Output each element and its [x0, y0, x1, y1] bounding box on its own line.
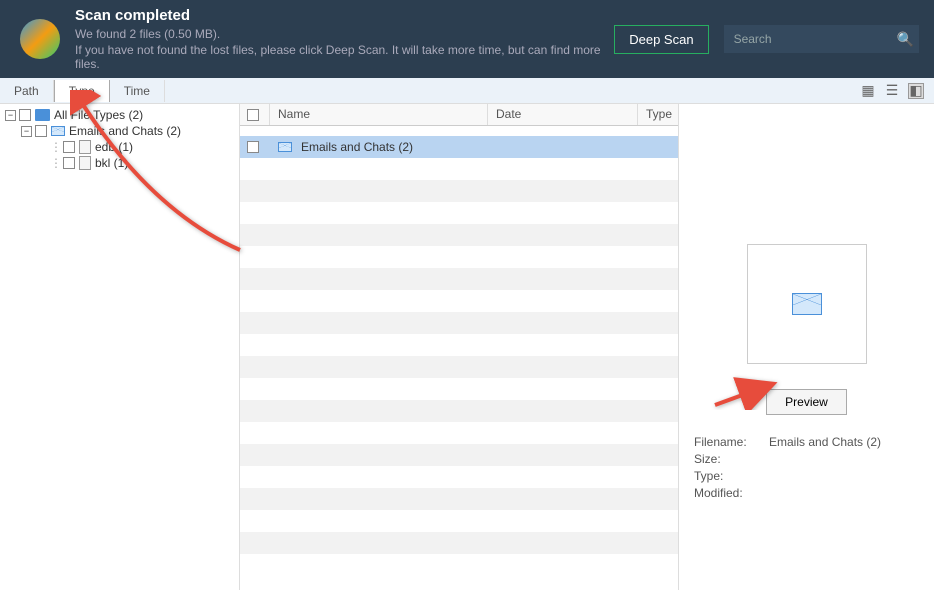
tree-connector: ⋮ [49, 140, 63, 154]
header-checkbox-col [240, 104, 270, 125]
tree-checkbox[interactable] [19, 109, 31, 121]
row-checkbox[interactable] [247, 141, 259, 153]
app-logo [20, 19, 60, 59]
list-row-empty [240, 466, 678, 488]
preview-panel: Preview Filename: Emails and Chats (2) S… [679, 104, 934, 590]
file-list-panel: Name Date Type Emails and Chats (2) [240, 104, 679, 590]
header-text-block: Scan completed We found 2 files (0.50 MB… [75, 7, 614, 71]
tab-time[interactable]: Time [110, 80, 165, 102]
file-tree-panel: − All File Types (2) − Emails and Chats … [0, 104, 240, 590]
mail-icon [51, 126, 65, 136]
list-row-empty [240, 400, 678, 422]
list-row-empty [240, 290, 678, 312]
mail-icon [792, 293, 822, 315]
tree-label: All File Types (2) [54, 108, 143, 122]
list-row-empty [240, 488, 678, 510]
mail-icon [278, 142, 292, 152]
list-body: Emails and Chats (2) [240, 126, 678, 590]
detail-view-icon[interactable]: ◧ [908, 83, 924, 99]
list-row-empty [240, 422, 678, 444]
list-spacer [240, 126, 678, 136]
detail-type: Type: [694, 469, 919, 483]
tree-label: edb (1) [95, 140, 133, 154]
scan-result-count: We found 2 files (0.50 MB). [75, 27, 614, 41]
detail-filename: Filename: Emails and Chats (2) [694, 435, 919, 449]
detail-modified: Modified: [694, 486, 919, 500]
list-row-empty [240, 158, 678, 180]
list-row[interactable]: Emails and Chats (2) [240, 136, 678, 158]
file-icon [79, 140, 91, 154]
list-row-empty [240, 532, 678, 554]
tree-label: bkl (1) [95, 156, 128, 170]
list-view-icon[interactable]: ☰ [884, 83, 900, 99]
tree-connector: ⋮ [49, 156, 63, 170]
list-row-empty [240, 444, 678, 466]
detail-label: Modified: [694, 486, 769, 500]
tree-checkbox[interactable] [35, 125, 47, 137]
list-header: Name Date Type [240, 104, 678, 126]
list-row-empty [240, 202, 678, 224]
list-row-empty [240, 224, 678, 246]
detail-size: Size: [694, 452, 919, 466]
search-input[interactable] [724, 25, 919, 53]
list-row-empty [240, 180, 678, 202]
tree-collapse-icon[interactable]: − [5, 110, 16, 121]
detail-label: Filename: [694, 435, 769, 449]
detail-value [769, 486, 919, 500]
tree-node-edb[interactable]: ⋮ edb (1) [5, 139, 234, 155]
view-mode-icons: ▦ ☰ ◧ [860, 83, 934, 99]
list-row-empty [240, 312, 678, 334]
detail-label: Size: [694, 452, 769, 466]
select-all-checkbox[interactable] [247, 109, 259, 121]
detail-label: Type: [694, 469, 769, 483]
grid-view-icon[interactable]: ▦ [860, 83, 876, 99]
monitor-icon [35, 109, 50, 121]
preview-thumbnail [747, 244, 867, 364]
app-header: Scan completed We found 2 files (0.50 MB… [0, 0, 934, 78]
detail-value: Emails and Chats (2) [769, 435, 919, 449]
row-checkbox-cell [240, 141, 270, 153]
column-type[interactable]: Type [638, 104, 678, 125]
detail-value [769, 469, 919, 483]
tree-node-bkl[interactable]: ⋮ bkl (1) [5, 155, 234, 171]
row-name-cell: Emails and Chats (2) [270, 140, 678, 154]
nav-row: Path Type Time ▦ ☰ ◧ [0, 78, 934, 104]
main-area: − All File Types (2) − Emails and Chats … [0, 104, 934, 590]
list-row-empty [240, 246, 678, 268]
tree-label: Emails and Chats (2) [69, 124, 181, 138]
deep-scan-button[interactable]: Deep Scan [614, 25, 708, 54]
tab-type[interactable]: Type [54, 80, 110, 102]
column-date[interactable]: Date [488, 104, 638, 125]
scan-status-title: Scan completed [75, 7, 614, 24]
list-row-empty [240, 356, 678, 378]
column-name[interactable]: Name [270, 104, 488, 125]
list-row-empty [240, 378, 678, 400]
tree-collapse-icon[interactable]: − [21, 126, 32, 137]
file-icon [79, 156, 91, 170]
row-filename: Emails and Chats (2) [301, 140, 413, 154]
tree-root-all-types[interactable]: − All File Types (2) [5, 107, 234, 123]
list-row-empty [240, 554, 678, 576]
tree-node-emails[interactable]: − Emails and Chats (2) [5, 123, 234, 139]
list-row-empty [240, 334, 678, 356]
detail-value [769, 452, 919, 466]
scan-hint-text: If you have not found the lost files, pl… [75, 43, 614, 71]
list-row-empty [240, 268, 678, 290]
preview-button[interactable]: Preview [766, 389, 847, 415]
tree-checkbox[interactable] [63, 157, 75, 169]
tree-checkbox[interactable] [63, 141, 75, 153]
tab-path[interactable]: Path [0, 80, 54, 102]
file-details: Filename: Emails and Chats (2) Size: Typ… [694, 435, 919, 503]
list-row-empty [240, 510, 678, 532]
view-tabs: Path Type Time [0, 80, 165, 102]
